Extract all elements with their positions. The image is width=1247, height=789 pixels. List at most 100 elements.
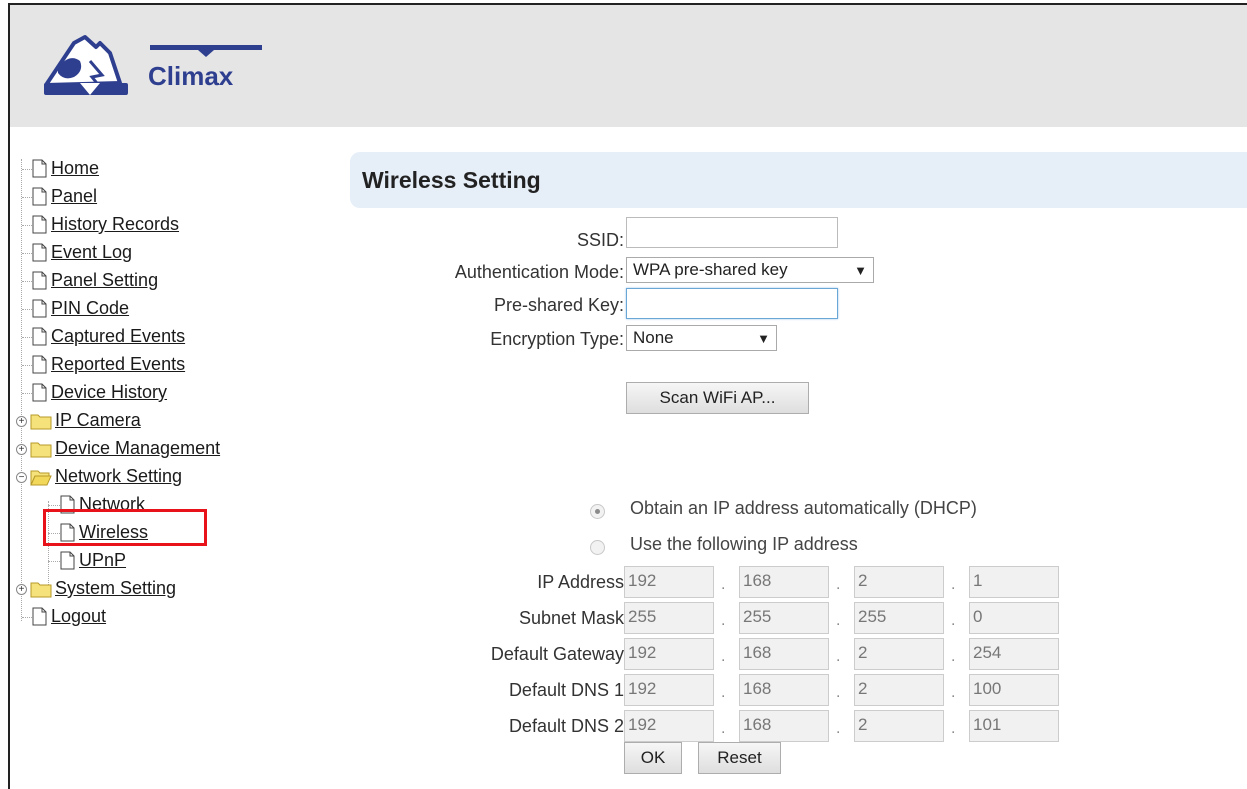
menu-link-panel-setting[interactable]: Panel Setting: [51, 270, 158, 291]
page-icon: [32, 355, 47, 374]
dhcp-radio[interactable]: [590, 504, 605, 519]
menu-link-panel[interactable]: Panel: [51, 186, 97, 207]
menu-item-network-setting[interactable]: Network Setting: [30, 463, 182, 490]
subnet-mask-label: Subnet Mask: [518, 608, 624, 628]
subnet-mask-octet-3[interactable]: 255: [854, 602, 944, 634]
menu-link-captured-events[interactable]: Captured Events: [51, 326, 185, 347]
open-folder-icon: [30, 470, 52, 485]
subnet-mask-octet-4[interactable]: 0: [969, 602, 1059, 634]
menu-item-ip-camera[interactable]: IP Camera: [30, 407, 141, 434]
expand-icon[interactable]: +: [16, 444, 27, 455]
static-ip-radio[interactable]: [590, 540, 605, 555]
collapse-icon[interactable]: −: [16, 472, 27, 483]
ip-address-octet-4[interactable]: 1: [969, 566, 1059, 598]
dns1-label: Default DNS 1: [508, 680, 624, 700]
dns2-octet-4[interactable]: 101: [969, 710, 1059, 742]
dns1-octet-1[interactable]: 192: [624, 674, 714, 706]
ssid-label: SSID:: [576, 230, 624, 250]
default-gateway-octet-3[interactable]: 2: [854, 638, 944, 670]
menu-link-ip-camera[interactable]: IP Camera: [55, 410, 141, 431]
ok-button[interactable]: OK: [624, 742, 682, 774]
header: Climax: [10, 5, 1247, 127]
ip-address-label: IP Address: [537, 572, 624, 592]
dns1-octet-4[interactable]: 100: [969, 674, 1059, 706]
menu-item-device-history[interactable]: Device History: [32, 379, 167, 406]
default-gateway-octet-2[interactable]: 168: [739, 638, 829, 670]
auth-mode-label: Authentication Mode:: [454, 262, 624, 282]
page-icon: [32, 243, 47, 262]
ssid-input[interactable]: [626, 217, 838, 248]
menu-item-captured-events[interactable]: Captured Events: [32, 323, 185, 350]
menu-item-logout[interactable]: Logout: [32, 603, 106, 630]
page-icon: [32, 271, 47, 290]
page-icon: [32, 159, 47, 178]
dns2-octet-2[interactable]: 168: [739, 710, 829, 742]
page-frame: Climax Home Panel History Records Event …: [8, 3, 1247, 789]
menu-link-system-setting[interactable]: System Setting: [55, 578, 176, 599]
menu-item-pin-code[interactable]: PIN Code: [32, 295, 129, 322]
menu-link-event-log[interactable]: Event Log: [51, 242, 132, 263]
default-gateway-octet-1[interactable]: 192: [624, 638, 714, 670]
tree-line: [21, 159, 22, 621]
auth-mode-select[interactable]: WPA pre-shared key ▼: [626, 257, 874, 283]
title-bar: Wireless Setting: [350, 152, 1247, 208]
page-icon: [32, 187, 47, 206]
default-gateway-octet-4[interactable]: 254: [969, 638, 1059, 670]
encryption-select[interactable]: None ▼: [626, 325, 777, 351]
menu-item-reported-events[interactable]: Reported Events: [32, 351, 185, 378]
climax-logo: Climax: [44, 35, 262, 95]
page-icon: [32, 383, 47, 402]
dns2-label: Default DNS 2: [508, 716, 624, 736]
dropdown-arrow-icon: ▼: [854, 262, 867, 278]
expand-icon[interactable]: +: [16, 416, 27, 427]
menu-item-home[interactable]: Home: [32, 155, 99, 182]
menu-link-network-setting[interactable]: Network Setting: [55, 466, 182, 487]
subnet-mask-octet-2[interactable]: 255: [739, 602, 829, 634]
menu-item-history-records[interactable]: History Records: [32, 211, 179, 238]
encryption-value: None: [633, 328, 674, 347]
scan-wifi-button[interactable]: Scan WiFi AP...: [626, 382, 809, 414]
default-gateway-label: Default Gateway: [490, 644, 624, 664]
page-icon: [32, 607, 47, 626]
expand-icon[interactable]: +: [16, 584, 27, 595]
dns2-octet-3[interactable]: 2: [854, 710, 944, 742]
menu-item-panel-setting[interactable]: Panel Setting: [32, 267, 158, 294]
dropdown-arrow-icon: ▼: [757, 330, 770, 346]
menu-link-logout[interactable]: Logout: [51, 606, 106, 627]
folder-icon: [30, 582, 52, 597]
folder-icon: [30, 414, 52, 429]
page-icon: [32, 215, 47, 234]
auth-mode-value: WPA pre-shared key: [633, 260, 788, 279]
menu-item-event-log[interactable]: Event Log: [32, 239, 132, 266]
page-icon: [32, 299, 47, 318]
psk-label: Pre-shared Key:: [493, 295, 624, 315]
reset-button[interactable]: Reset: [698, 742, 781, 774]
encryption-label: Encryption Type:: [490, 329, 624, 349]
dns1-octet-2[interactable]: 168: [739, 674, 829, 706]
highlight-box: [43, 509, 207, 546]
menu-link-pin-code[interactable]: PIN Code: [51, 298, 129, 319]
menu-link-upnp[interactable]: UPnP: [79, 550, 126, 571]
dns2-octet-1[interactable]: 192: [624, 710, 714, 742]
menu-link-device-management[interactable]: Device Management: [55, 438, 220, 459]
ip-address-octet-2[interactable]: 168: [739, 566, 829, 598]
page-title: Wireless Setting: [362, 167, 541, 193]
static-ip-label: Use the following IP address: [630, 534, 858, 554]
menu-link-home[interactable]: Home: [51, 158, 99, 179]
menu-link-history-records[interactable]: History Records: [51, 214, 179, 235]
menu-item-upnp[interactable]: UPnP: [60, 547, 126, 574]
dns1-octet-3[interactable]: 2: [854, 674, 944, 706]
folder-icon: [30, 442, 52, 457]
menu-item-system-setting[interactable]: System Setting: [30, 575, 176, 602]
menu-item-device-management[interactable]: Device Management: [30, 435, 220, 462]
logo-text: Climax: [148, 61, 234, 91]
psk-input[interactable]: [626, 288, 838, 319]
page-icon: [32, 327, 47, 346]
menu-item-panel[interactable]: Panel: [32, 183, 97, 210]
ip-address-octet-1[interactable]: 192: [624, 566, 714, 598]
menu-link-device-history[interactable]: Device History: [51, 382, 167, 403]
ip-address-octet-3[interactable]: 2: [854, 566, 944, 598]
menu-link-reported-events[interactable]: Reported Events: [51, 354, 185, 375]
subnet-mask-octet-1[interactable]: 255: [624, 602, 714, 634]
page-icon: [60, 551, 75, 570]
